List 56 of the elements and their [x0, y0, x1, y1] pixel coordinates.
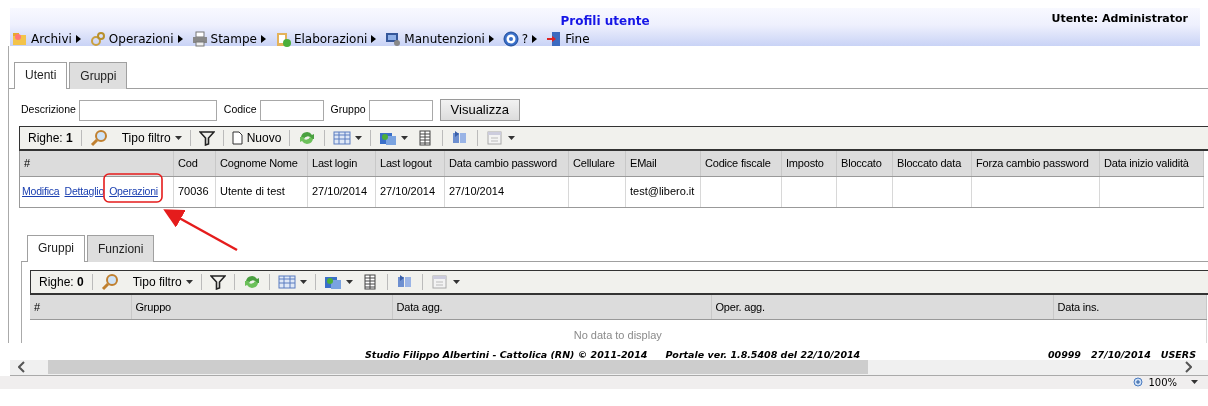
search-button[interactable]: Visualizza — [439, 99, 520, 121]
table-cell: 27/10/2014 — [449, 185, 505, 198]
menu-item[interactable]: Archivi — [12, 30, 81, 48]
column-header[interactable]: Bloccato — [836, 151, 893, 176]
zoom-level[interactable]: 100% — [1148, 374, 1177, 390]
column-header[interactable]: Codice fiscale — [700, 151, 782, 176]
column-header[interactable]: Oper. agg. — [711, 294, 1053, 320]
menu-item[interactable]: ? — [502, 30, 538, 48]
filter-type-dropdown[interactable]: Tipo filtro — [121, 129, 182, 147]
menu-item[interactable]: Elaborazioni — [274, 30, 377, 48]
menu-item[interactable]: Fine — [546, 30, 590, 48]
table-cell: test@libero.it — [630, 185, 695, 198]
table-cell: 27/10/2014 — [312, 185, 368, 198]
column-header[interactable]: # — [19, 151, 174, 176]
footer-code: USERS — [1160, 347, 1196, 360]
column-header[interactable]: # — [30, 294, 131, 320]
tab[interactable]: Utenti — [14, 62, 68, 89]
menu-item[interactable]: Operazioni — [89, 30, 183, 48]
footer-code: 00999 — [1047, 347, 1081, 360]
column-header[interactable]: Cellulare — [568, 151, 626, 176]
column-header[interactable]: Data ins. — [1053, 294, 1206, 320]
empty-message: No data to display — [573, 329, 662, 341]
table-cell: 70036 — [178, 185, 209, 198]
copyright-text: Studio Filippo Albertini - Cattolica (RN) © 2011-2014 — [365, 347, 648, 360]
user-label: Utente: Administrator — [1051, 11, 1188, 27]
filter-label: Gruppo — [330, 102, 366, 118]
table-cell: 27/10/2014 — [380, 185, 436, 198]
version-text: Portale ver. 1.8.5408 del 22/10/2014 — [665, 347, 861, 360]
filter-type-dropdown[interactable]: Tipo filtro — [132, 272, 193, 291]
column-header[interactable]: Cognome Nome — [215, 151, 308, 176]
row-action-link[interactable]: Operazioni — [109, 184, 158, 197]
table-cell: Utente di test — [220, 185, 285, 198]
row-count: Righe: 1 — [28, 130, 73, 147]
filter-label: Descrizione — [21, 102, 76, 118]
new-button[interactable]: Nuovo — [231, 129, 282, 147]
tab[interactable]: Funzioni — [87, 234, 155, 262]
tab[interactable]: Gruppi — [69, 62, 128, 89]
column-header[interactable]: Bloccato data — [892, 151, 972, 176]
column-header[interactable]: Gruppo — [131, 294, 392, 320]
column-header[interactable]: Data agg. — [392, 294, 711, 320]
column-header[interactable]: Forza cambio password — [971, 151, 1100, 176]
menu-item[interactable]: Stampe — [191, 30, 266, 48]
column-header[interactable]: Cod — [173, 151, 216, 176]
filter-label: Codice — [223, 102, 257, 118]
tab[interactable]: Gruppi — [27, 234, 86, 262]
column-header[interactable]: Data cambio password — [444, 151, 569, 176]
column-header[interactable]: EMail — [625, 151, 701, 176]
row-count: Righe: 0 — [39, 273, 84, 291]
column-header[interactable]: Last login — [307, 151, 376, 176]
menu-item[interactable]: Manutenzioni — [385, 30, 494, 48]
page-title: Profili utente — [560, 14, 650, 28]
footer-code: 27/10/2014 — [1090, 347, 1151, 360]
row-action-link[interactable]: Modifica — [22, 184, 60, 197]
column-header[interactable]: Data inizio validità — [1099, 151, 1204, 176]
column-header[interactable]: Last logout — [375, 151, 445, 176]
column-header[interactable]: Imposto — [781, 151, 837, 176]
